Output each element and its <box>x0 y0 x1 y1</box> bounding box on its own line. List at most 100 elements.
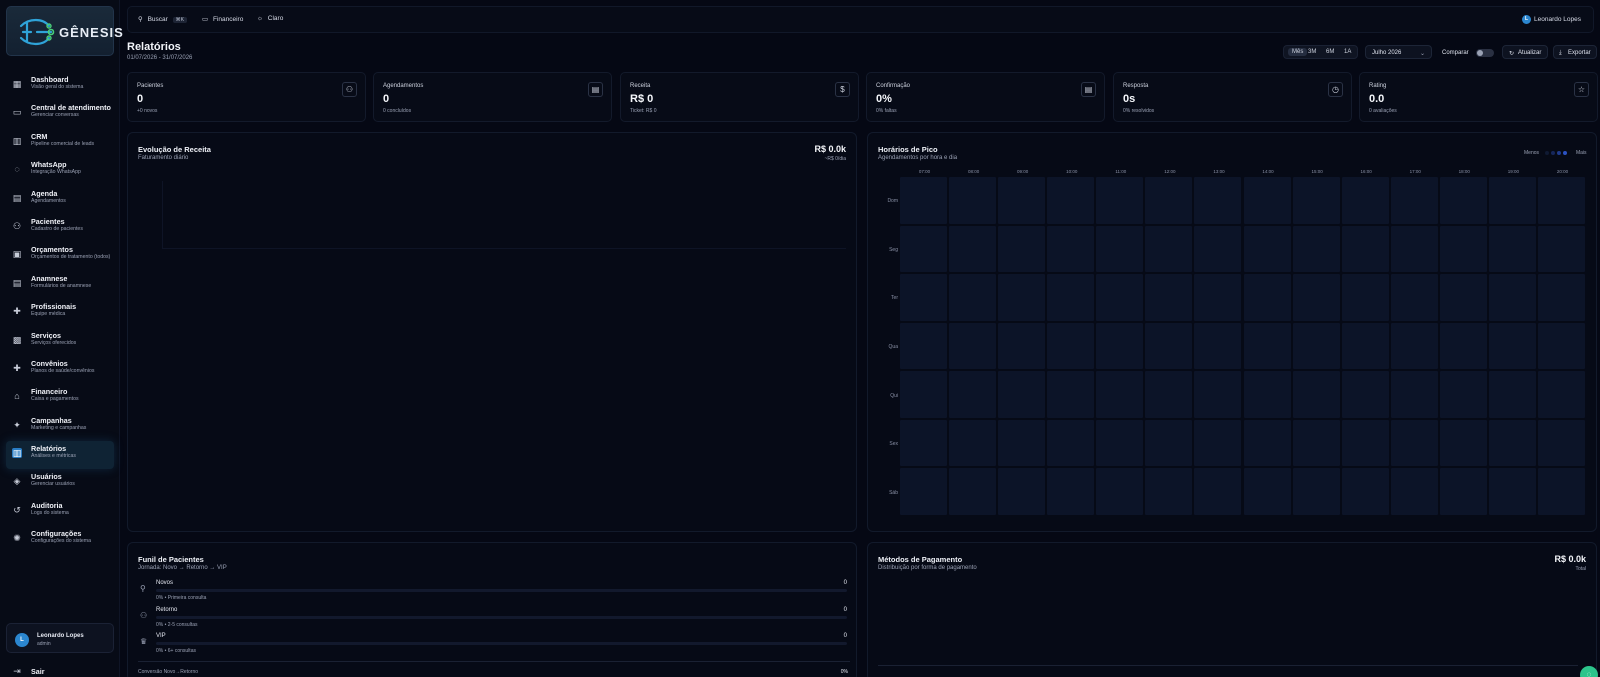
heatmap-cell[interactable] <box>1537 274 1585 321</box>
sidebar-item-crm[interactable]: ▥ CRM Pipeline comercial de leads <box>6 129 114 157</box>
sidebar-item-configuracoes[interactable]: ✺ Configurações Configurações do sistema <box>6 526 114 554</box>
sidebar-item-servicos[interactable]: ▩ Serviços Serviços oferecidos <box>6 328 114 356</box>
heatmap-cell[interactable] <box>1537 225 1585 273</box>
sidebar-item-convenios[interactable]: ✚ Convênios Planos de saúde/convênios <box>6 356 114 384</box>
heatmap-cell[interactable] <box>1194 225 1242 273</box>
heatmap-cell[interactable] <box>1537 371 1585 418</box>
heatmap-cell[interactable] <box>1439 371 1487 418</box>
sidebar-item-usuarios[interactable]: ◈ Usuários Gerenciar usuários <box>6 469 114 497</box>
heatmap-cell[interactable] <box>1096 225 1144 273</box>
export-button[interactable]: ⤓ Exportar <box>1553 45 1597 59</box>
heatmap-cell[interactable] <box>1292 322 1340 370</box>
heatmap-cell[interactable] <box>900 419 948 467</box>
heatmap-cell[interactable] <box>1243 274 1291 321</box>
heatmap-cell[interactable] <box>1439 274 1487 321</box>
heatmap-cell[interactable] <box>1292 468 1340 515</box>
heatmap-cell[interactable] <box>949 177 997 224</box>
heatmap-cell[interactable] <box>998 371 1046 418</box>
heatmap-cell[interactable] <box>1341 274 1389 321</box>
heatmap-cell[interactable] <box>1243 468 1291 515</box>
heatmap-cell[interactable] <box>1488 468 1536 515</box>
heatmap-cell[interactable] <box>1390 274 1438 321</box>
sidebar-item-orcamentos[interactable]: ▣ Orçamentos Orçamentos de tratamento (tod… <box>6 242 114 270</box>
heatmap-cell[interactable] <box>1243 177 1291 224</box>
compare-toggle[interactable]: Comparar <box>1438 45 1498 59</box>
heatmap-cell[interactable] <box>1194 322 1242 370</box>
heatmap-cell[interactable] <box>1390 322 1438 370</box>
heatmap-cell[interactable] <box>1341 419 1389 467</box>
heatmap-cell[interactable] <box>1145 225 1193 273</box>
heatmap-cell[interactable] <box>1292 274 1340 321</box>
heatmap-cell[interactable] <box>1096 468 1144 515</box>
sidebar-item-campanhas[interactable]: ✦ Campanhas Marketing e campanhas <box>6 413 114 441</box>
heatmap-cell[interactable] <box>1341 371 1389 418</box>
month-select[interactable]: Julho 2026 ⌄ <box>1365 45 1432 59</box>
period-option[interactable]: 6M <box>1326 49 1334 55</box>
heatmap-cell[interactable] <box>1047 274 1095 321</box>
sidebar-item-central-de-atendimento[interactable]: ▭ Central de atendimento Gerenciar convers… <box>6 100 114 128</box>
sidebar-user-card[interactable]: L Leonardo Lopes admin <box>6 623 114 653</box>
heatmap-cell[interactable] <box>1047 177 1095 224</box>
heatmap-cell[interactable] <box>1292 419 1340 467</box>
heatmap-cell[interactable] <box>1537 177 1585 224</box>
heatmap-cell[interactable] <box>949 371 997 418</box>
heatmap-cell[interactable] <box>1243 225 1291 273</box>
sidebar-item-anamnese[interactable]: ▤ Anamnese Formulários de anamnese <box>6 271 114 299</box>
heatmap-cell[interactable] <box>900 225 948 273</box>
heatmap-cell[interactable] <box>900 468 948 515</box>
heatmap-cell[interactable] <box>1096 177 1144 224</box>
sidebar-item-pacientes[interactable]: ⚇ Pacientes Cadastro de pacientes <box>6 214 114 242</box>
heatmap-cell[interactable] <box>1096 371 1144 418</box>
heatmap-cell[interactable] <box>1194 468 1242 515</box>
heatmap-cell[interactable] <box>1145 371 1193 418</box>
heatmap-cell[interactable] <box>1194 371 1242 418</box>
heatmap-cell[interactable] <box>1390 371 1438 418</box>
heatmap-cell[interactable] <box>1292 225 1340 273</box>
heatmap-cell[interactable] <box>1390 177 1438 224</box>
heatmap-cell[interactable] <box>1145 322 1193 370</box>
sidebar-item-auditoria[interactable]: ↺ Auditoria Logs do sistema <box>6 498 114 526</box>
heatmap-cell[interactable] <box>949 419 997 467</box>
sidebar-item-whatsapp[interactable]: ◌ WhatsApp Integração WhatsApp <box>6 157 114 185</box>
heatmap-cell[interactable] <box>1047 225 1095 273</box>
heatmap-cell[interactable] <box>1047 468 1095 515</box>
heatmap-cell[interactable] <box>1341 177 1389 224</box>
heatmap-cell[interactable] <box>900 322 948 370</box>
heatmap-cell[interactable] <box>949 468 997 515</box>
theme-toggle[interactable]: ☼ Claro <box>257 15 283 22</box>
finance-shortcut[interactable]: ▭ Financeiro <box>202 15 243 23</box>
heatmap-cell[interactable] <box>1292 177 1340 224</box>
heatmap-cell[interactable] <box>1292 371 1340 418</box>
heatmap-cell[interactable] <box>1047 419 1095 467</box>
heatmap-cell[interactable] <box>1145 419 1193 467</box>
heatmap-cell[interactable] <box>1243 322 1291 370</box>
heatmap-cell[interactable] <box>1439 322 1487 370</box>
heatmap-cell[interactable] <box>900 177 948 224</box>
compare-switch[interactable] <box>1476 49 1494 57</box>
heatmap-cell[interactable] <box>1145 177 1193 224</box>
heatmap-cell[interactable] <box>1096 419 1144 467</box>
period-option[interactable]: Mês <box>1288 48 1308 56</box>
heatmap-cell[interactable] <box>900 274 948 321</box>
heatmap-cell[interactable] <box>1488 274 1536 321</box>
search-button[interactable]: ⚲ Buscar ⌘K <box>138 15 187 23</box>
chat-fab-button[interactable]: ◌ <box>1580 666 1598 677</box>
topbar-user[interactable]: L Leonardo Lopes <box>1522 15 1581 24</box>
heatmap-cell[interactable] <box>1096 322 1144 370</box>
heatmap-cell[interactable] <box>1439 419 1487 467</box>
heatmap-cell[interactable] <box>949 225 997 273</box>
sidebar-item-agenda[interactable]: ▤ Agenda Agendamentos <box>6 186 114 214</box>
heatmap-cell[interactable] <box>1194 177 1242 224</box>
heatmap-cell[interactable] <box>1390 468 1438 515</box>
period-option[interactable]: 1A <box>1344 49 1351 55</box>
heatmap-cell[interactable] <box>1243 419 1291 467</box>
heatmap-cell[interactable] <box>1439 177 1487 224</box>
heatmap-cell[interactable] <box>1439 468 1487 515</box>
heatmap-cell[interactable] <box>1488 419 1536 467</box>
heatmap-cell[interactable] <box>1488 177 1536 224</box>
refresh-button[interactable]: ↻ Atualizar <box>1502 45 1548 59</box>
sidebar-item-financeiro[interactable]: ⌂ Financeiro Caixa e pagamentos <box>6 384 114 412</box>
heatmap-cell[interactable] <box>1194 419 1242 467</box>
heatmap-cell[interactable] <box>998 322 1046 370</box>
heatmap-cell[interactable] <box>1439 225 1487 273</box>
